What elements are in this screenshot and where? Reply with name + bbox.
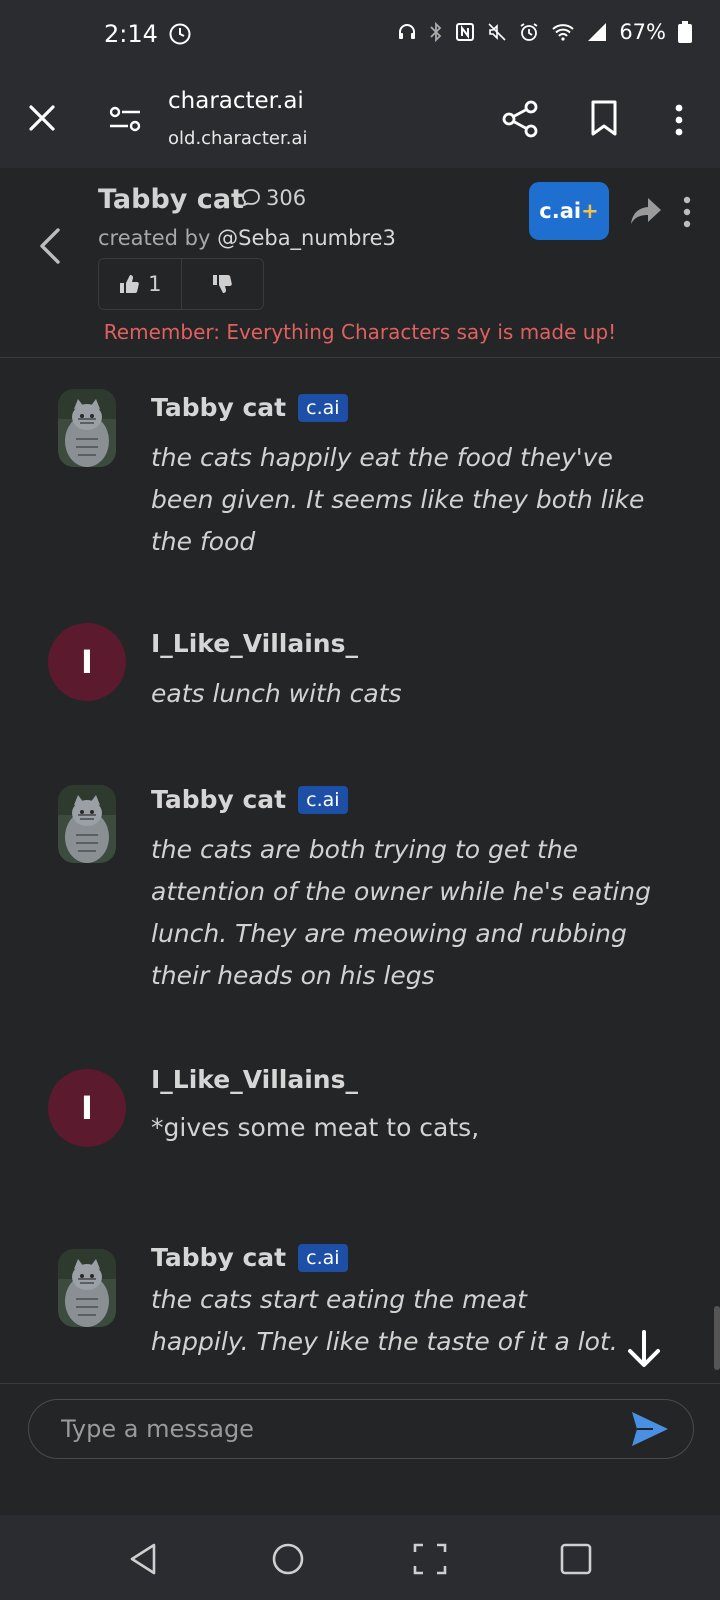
site-title: character.ai xyxy=(168,88,304,114)
message-user: I I_Like_Villains_ *gives some meat to c… xyxy=(0,1065,700,1201)
cai-badge: c.ai xyxy=(298,1243,348,1272)
more-vert-icon[interactable] xyxy=(676,194,698,230)
headset-icon xyxy=(399,24,416,39)
nav-recents-icon[interactable] xyxy=(556,1539,596,1579)
signal-icon xyxy=(588,23,607,41)
message-sender: Tabby cat c.ai xyxy=(151,1243,348,1272)
composer xyxy=(0,1383,720,1515)
message-character: Tabby cat c.ai the cats happily eat the … xyxy=(0,389,700,589)
message-sender: I_Like_Villains_ xyxy=(151,629,358,658)
site-url[interactable]: old.character.ai xyxy=(168,128,307,149)
message-list[interactable]: Tabby cat c.ai the cats happily eat the … xyxy=(0,359,714,1383)
message-text: *gives some meat to cats, xyxy=(151,1113,480,1142)
status-time: 2:14 xyxy=(104,20,192,48)
creator-link[interactable]: @Seba_numbre3 xyxy=(217,226,396,250)
message-text: eats lunch with cats xyxy=(151,679,402,708)
character-name: Tabby cat xyxy=(98,184,244,215)
share-icon[interactable] xyxy=(500,98,542,140)
alarm-icon xyxy=(520,23,538,41)
avatar[interactable] xyxy=(58,389,116,467)
avatar[interactable]: I xyxy=(48,623,126,701)
bluetooth-icon xyxy=(430,22,442,42)
message-sender: Tabby cat c.ai xyxy=(151,785,348,814)
cat-avatar-image xyxy=(58,389,116,467)
chat-header: Tabby cat 306 created by @Seba_numbre3 1… xyxy=(0,168,720,358)
cai-plus-suffix: + xyxy=(581,199,599,223)
cai-badge: c.ai xyxy=(298,785,348,814)
like-button[interactable]: 1 xyxy=(99,259,182,309)
disclaimer: Remember: Everything Characters say is m… xyxy=(103,320,617,344)
send-icon[interactable] xyxy=(630,1410,670,1448)
message-character: Tabby cat c.ai the cats start eating the… xyxy=(0,1243,700,1383)
message-text: the cats start eating the meat happily. … xyxy=(151,1285,618,1356)
system-nav-bar xyxy=(0,1515,720,1600)
battery-icon xyxy=(678,21,692,43)
cai-plus-label: c.ai xyxy=(539,199,582,223)
like-count: 1 xyxy=(148,272,162,296)
message-sender: Tabby cat c.ai xyxy=(151,393,348,422)
cat-avatar-image xyxy=(58,785,116,863)
sender-name: Tabby cat xyxy=(151,393,287,422)
battery-percent: 67% xyxy=(619,20,666,44)
thumb-up-icon xyxy=(120,275,139,293)
chat-count-value: 306 xyxy=(266,186,307,210)
dislike-button[interactable] xyxy=(182,259,264,309)
time-text: 2:14 xyxy=(104,20,158,48)
clock-icon xyxy=(169,23,191,45)
status-bar: 2:14 67% xyxy=(0,0,720,72)
nav-home-icon[interactable] xyxy=(268,1539,308,1579)
message-input[interactable] xyxy=(28,1399,694,1459)
cat-avatar-image xyxy=(58,1249,116,1327)
nfc-icon xyxy=(456,23,475,41)
sender-name: I_Like_Villains_ xyxy=(151,1065,358,1094)
forward-icon[interactable] xyxy=(628,194,664,228)
chat-bubble-icon xyxy=(242,189,260,207)
message-user: I I_Like_Villains_ eats lunch with cats xyxy=(0,623,700,743)
message-text: the cats are both trying to get the atte… xyxy=(151,835,651,990)
status-icons: 67% xyxy=(397,20,692,44)
tune-icon[interactable] xyxy=(106,100,146,140)
nav-back-icon[interactable] xyxy=(124,1539,164,1579)
created-by: created by @Seba_numbre3 xyxy=(98,226,396,250)
cai-plus-button[interactable]: c.ai + xyxy=(529,182,609,240)
mute-icon xyxy=(488,23,506,41)
sender-name: I_Like_Villains_ xyxy=(151,629,358,658)
close-icon[interactable] xyxy=(22,98,62,138)
more-vert-icon[interactable] xyxy=(664,100,694,140)
browser-bar: character.ai old.character.ai xyxy=(0,72,720,168)
avatar[interactable]: I xyxy=(48,1069,126,1147)
sender-name: Tabby cat xyxy=(151,785,287,814)
chevron-left-icon[interactable] xyxy=(30,224,70,268)
bookmark-icon[interactable] xyxy=(584,98,624,138)
chat-count: 306 xyxy=(240,186,306,210)
message-sender: I_Like_Villains_ xyxy=(151,1065,358,1094)
message-text: the cats happily eat the food they've be… xyxy=(151,443,645,556)
cai-badge: c.ai xyxy=(298,393,348,422)
thumb-down-icon xyxy=(213,275,233,293)
wifi-icon xyxy=(552,24,574,41)
screenshot-icon[interactable] xyxy=(410,1539,450,1579)
avatar[interactable] xyxy=(58,785,116,863)
vote-box: 1 xyxy=(98,258,264,310)
message-character: Tabby cat c.ai the cats are both trying … xyxy=(0,785,700,1025)
created-by-prefix: created by xyxy=(98,226,218,250)
sender-name: Tabby cat xyxy=(151,1243,287,1272)
avatar[interactable] xyxy=(58,1249,116,1327)
scrollbar[interactable] xyxy=(714,1306,720,1370)
arrow-down-icon[interactable] xyxy=(620,1326,668,1374)
